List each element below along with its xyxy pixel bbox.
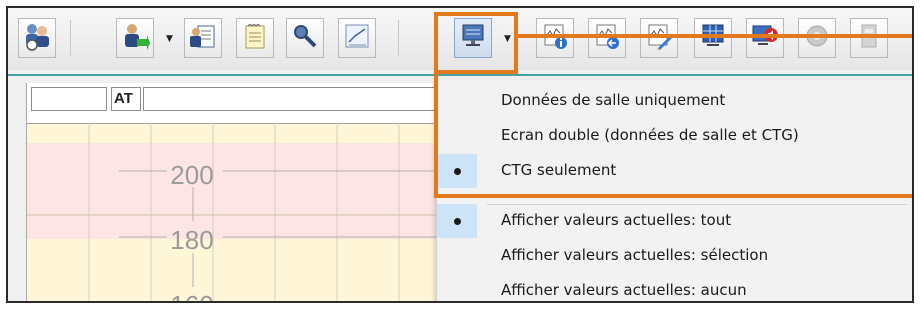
menu-item-label: Afficher valeurs actuelles: tout [501, 211, 732, 229]
patient-file-button[interactable] [184, 18, 222, 58]
menu-item-label: Afficher valeurs actuelles: sélection [501, 246, 769, 264]
display-mode-button[interactable] [454, 18, 492, 58]
chart-check-button[interactable] [338, 18, 376, 58]
menu-item-label: Ecran double (données de salle et CTG) [501, 126, 799, 144]
y-axis-label-180: 180 [170, 225, 214, 255]
menu-item-show-values-all[interactable]: Afficher valeurs actuelles: tout [437, 204, 912, 238]
edit-sheet-icon [644, 21, 674, 55]
application-window: ▼ ▼ AT 200 180 Données de salle uniqueme… [6, 6, 914, 303]
back-sheet-icon [592, 21, 622, 55]
alarm-monitor-icon [750, 21, 780, 55]
blank-field[interactable] [31, 87, 107, 111]
menu-item-label: Afficher valeurs actuelles: aucun [501, 281, 747, 299]
search-key-icon [290, 21, 320, 55]
chart-check-icon [342, 21, 372, 55]
menu-item-label: CTG seulement [501, 161, 617, 179]
y-axis-label-160: 160 [157, 290, 227, 301]
menu-item-ctg-only[interactable]: CTG seulement [437, 154, 912, 188]
grid-monitor-button[interactable] [694, 18, 732, 58]
notepad-button[interactable] [236, 18, 274, 58]
menu-item-show-values-none[interactable]: Afficher valeurs actuelles: aucun [437, 274, 912, 301]
info-sheet-button[interactable] [536, 18, 574, 58]
user-arrow-button[interactable] [116, 18, 154, 58]
grid-monitor-icon [698, 21, 728, 55]
menu-item-show-values-selection[interactable]: Afficher valeurs actuelles: sélection [437, 239, 912, 273]
sound-disabled-icon [802, 21, 832, 55]
radio-check-indicator [437, 154, 477, 188]
main-toolbar: ▼ ▼ [8, 8, 912, 76]
at-field[interactable]: AT [111, 87, 141, 111]
radio-dot-icon [453, 217, 461, 225]
radio-check-indicator [437, 204, 477, 238]
sound-disabled-button[interactable] [798, 18, 836, 58]
display-mode-dropdown-caret[interactable]: ▼ [504, 34, 511, 44]
display-mode-menu: Données de salle uniquement Ecran double… [436, 80, 912, 301]
info-sheet-icon [540, 21, 570, 55]
value-field[interactable] [143, 87, 439, 111]
disabled-tool-button[interactable] [850, 18, 888, 58]
search-key-button[interactable] [286, 18, 324, 58]
y-axis-label-200: 200 [170, 160, 214, 190]
menu-item-dual-screen[interactable]: Ecran double (données de salle et CTG) [437, 119, 912, 153]
patient-file-icon [188, 21, 218, 55]
ctg-chart: AT 200 180 [26, 83, 439, 301]
back-sheet-button[interactable] [588, 18, 626, 58]
alarm-monitor-button[interactable] [746, 18, 784, 58]
chart-grid [27, 123, 439, 301]
monitor-display-icon [458, 21, 488, 55]
toolbar-separator [398, 20, 399, 56]
user-arrow-dropdown-caret[interactable]: ▼ [166, 34, 173, 44]
users-group-icon [22, 21, 52, 55]
disabled-tool-icon [854, 21, 884, 55]
menu-item-room-data-only[interactable]: Données de salle uniquement [437, 84, 912, 118]
toolbar-divider [8, 74, 912, 76]
user-arrow-icon [120, 21, 150, 55]
notepad-icon [240, 21, 270, 55]
edit-sheet-button[interactable] [640, 18, 678, 58]
info-fields-row: AT [27, 83, 439, 124]
toolbar-separator [70, 20, 71, 56]
radio-dot-icon [453, 167, 461, 175]
users-group-button[interactable] [18, 18, 56, 58]
menu-item-label: Données de salle uniquement [501, 91, 726, 109]
